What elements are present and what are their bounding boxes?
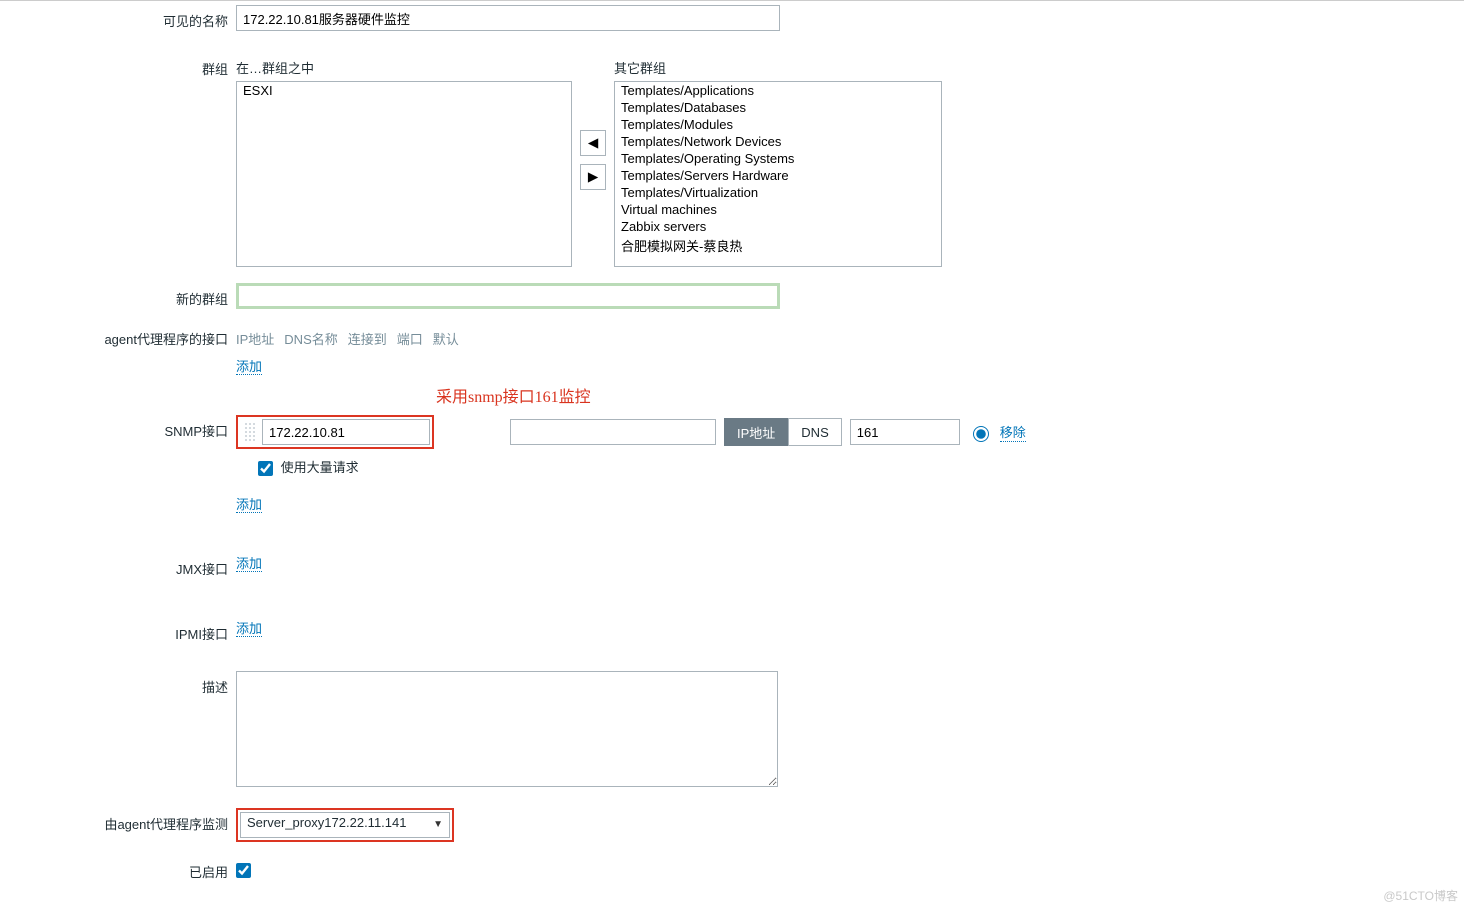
label-snmp-interface: SNMP接口 <box>0 415 236 440</box>
list-item[interactable]: Templates/Servers Hardware <box>615 167 941 184</box>
row-visible-name: 可见的名称 <box>0 5 1464 31</box>
row-jmx-interface: JMX接口 添加 <box>0 553 1464 578</box>
snmp-bulk-text: 使用大量请求 <box>281 460 359 475</box>
snmp-port-input[interactable] <box>850 419 960 445</box>
agent-add-link[interactable]: 添加 <box>236 359 262 375</box>
groups-move-buttons: ◀ ▶ <box>572 130 614 190</box>
snmp-ip-input[interactable] <box>262 419 430 445</box>
move-right-button[interactable]: ▶ <box>580 164 606 190</box>
label-jmx-interface: JMX接口 <box>0 553 236 578</box>
new-group-input[interactable] <box>236 283 780 309</box>
move-left-button[interactable]: ◀ <box>580 130 606 156</box>
watermark: @51CTO博客 <box>1383 887 1458 904</box>
field-agent-interface: IP地址 DNS名称 连接到 端口 默认 添加 采用snmp接口161监控 <box>236 323 591 407</box>
row-snmp-interface: SNMP接口 IP地址 DNS 移除 使用大 <box>0 415 1464 513</box>
list-item[interactable]: 合肥模拟网关-蔡良热 <box>615 235 941 256</box>
annotation-snmp: 采用snmp接口161监控 <box>436 383 591 407</box>
field-new-group <box>236 283 780 309</box>
row-enabled: 已启用 <box>0 856 1464 881</box>
snmp-ip-highlight <box>236 415 434 449</box>
connect-ip-button[interactable]: IP地址 <box>724 418 788 446</box>
ipmi-add-link[interactable]: 添加 <box>236 621 262 637</box>
snmp-dns-input[interactable] <box>510 419 716 445</box>
agent-interface-columns: IP地址 DNS名称 连接到 端口 默认 <box>236 323 591 348</box>
field-jmx-interface: 添加 <box>236 553 262 572</box>
col-ip: IP地址 <box>236 329 274 348</box>
label-other-groups: 其它群组 <box>614 53 942 77</box>
groups-container: 在…群组之中 ESXI ◀ ▶ 其它群组 Templates/Applicati… <box>236 53 942 267</box>
listbox-other-groups[interactable]: Templates/Applications Templates/Databas… <box>614 81 942 267</box>
field-description <box>236 671 778 790</box>
row-agent-interface: agent代理程序的接口 IP地址 DNS名称 连接到 端口 默认 添加 采用s… <box>0 323 1464 407</box>
snmp-connect-toggle: IP地址 DNS <box>724 418 842 446</box>
triangle-right-icon: ▶ <box>588 169 598 185</box>
field-ipmi-interface: 添加 <box>236 618 262 637</box>
proxy-highlight: Server_proxy172.22.11.141 <box>236 808 454 842</box>
label-in-groups: 在…群组之中 <box>236 53 572 77</box>
list-item[interactable]: Templates/Applications <box>615 82 941 99</box>
field-proxy: Server_proxy172.22.11.141 <box>236 808 454 842</box>
label-description: 描述 <box>0 671 236 696</box>
field-enabled <box>236 856 251 878</box>
snmp-add-link[interactable]: 添加 <box>236 497 262 513</box>
list-item[interactable]: Templates/Network Devices <box>615 133 941 150</box>
col-default: 默认 <box>433 329 459 348</box>
list-item[interactable]: Zabbix servers <box>615 218 941 235</box>
description-textarea[interactable] <box>236 671 778 787</box>
proxy-select[interactable]: Server_proxy172.22.11.141 <box>240 812 450 838</box>
field-snmp-interface: IP地址 DNS 移除 使用大量请求 添加 <box>236 415 1026 513</box>
snmp-bulk-label[interactable]: 使用大量请求 <box>258 460 359 475</box>
label-proxy: 由agent代理程序监测 <box>0 808 236 833</box>
jmx-add-link[interactable]: 添加 <box>236 556 262 572</box>
list-item[interactable]: Templates/Operating Systems <box>615 150 941 167</box>
connect-dns-button[interactable]: DNS <box>788 418 841 446</box>
row-new-group: 新的群组 <box>0 283 1464 309</box>
label-enabled: 已启用 <box>0 856 236 881</box>
label-agent-interface: agent代理程序的接口 <box>0 323 236 348</box>
list-item[interactable]: Templates/Virtualization <box>615 184 941 201</box>
list-item[interactable]: Templates/Modules <box>615 116 941 133</box>
list-item[interactable]: ESXI <box>237 82 571 99</box>
proxy-selected-value: Server_proxy172.22.11.141 <box>247 815 406 830</box>
snmp-bulk-checkbox[interactable] <box>258 461 273 476</box>
list-item[interactable]: Templates/Databases <box>615 99 941 116</box>
visible-name-input[interactable] <box>236 5 780 31</box>
enabled-checkbox[interactable] <box>236 863 251 878</box>
label-ipmi-interface: IPMI接口 <box>0 618 236 643</box>
groups-in-col: 在…群组之中 ESXI <box>236 53 572 267</box>
label-new-group: 新的群组 <box>0 283 236 308</box>
col-dns: DNS名称 <box>284 329 337 348</box>
snmp-remove-link[interactable]: 移除 <box>1000 422 1026 442</box>
listbox-in-groups[interactable]: ESXI <box>236 81 572 267</box>
col-port: 端口 <box>397 329 423 348</box>
drag-handle-icon[interactable] <box>244 422 256 442</box>
label-groups: 群组 <box>0 53 236 78</box>
snmp-entry: IP地址 DNS 移除 <box>236 415 1026 449</box>
groups-other-col: 其它群组 Templates/Applications Templates/Da… <box>614 53 942 267</box>
label-visible-name: 可见的名称 <box>0 5 236 30</box>
snmp-bulk-row: 使用大量请求 <box>258 457 1026 476</box>
list-item[interactable]: Virtual machines <box>615 201 941 218</box>
field-visible-name <box>236 5 780 31</box>
page-root: 可见的名称 群组 在…群组之中 ESXI ◀ ▶ 其它群组 Templates/… <box>0 0 1464 906</box>
row-groups: 群组 在…群组之中 ESXI ◀ ▶ 其它群组 Templates/Applic… <box>0 53 1464 267</box>
snmp-default-radio[interactable] <box>973 426 989 442</box>
row-description: 描述 <box>0 671 1464 790</box>
triangle-left-icon: ◀ <box>588 135 598 151</box>
col-connect: 连接到 <box>348 329 387 348</box>
row-proxy: 由agent代理程序监测 Server_proxy172.22.11.141 <box>0 808 1464 842</box>
row-ipmi-interface: IPMI接口 添加 <box>0 618 1464 643</box>
